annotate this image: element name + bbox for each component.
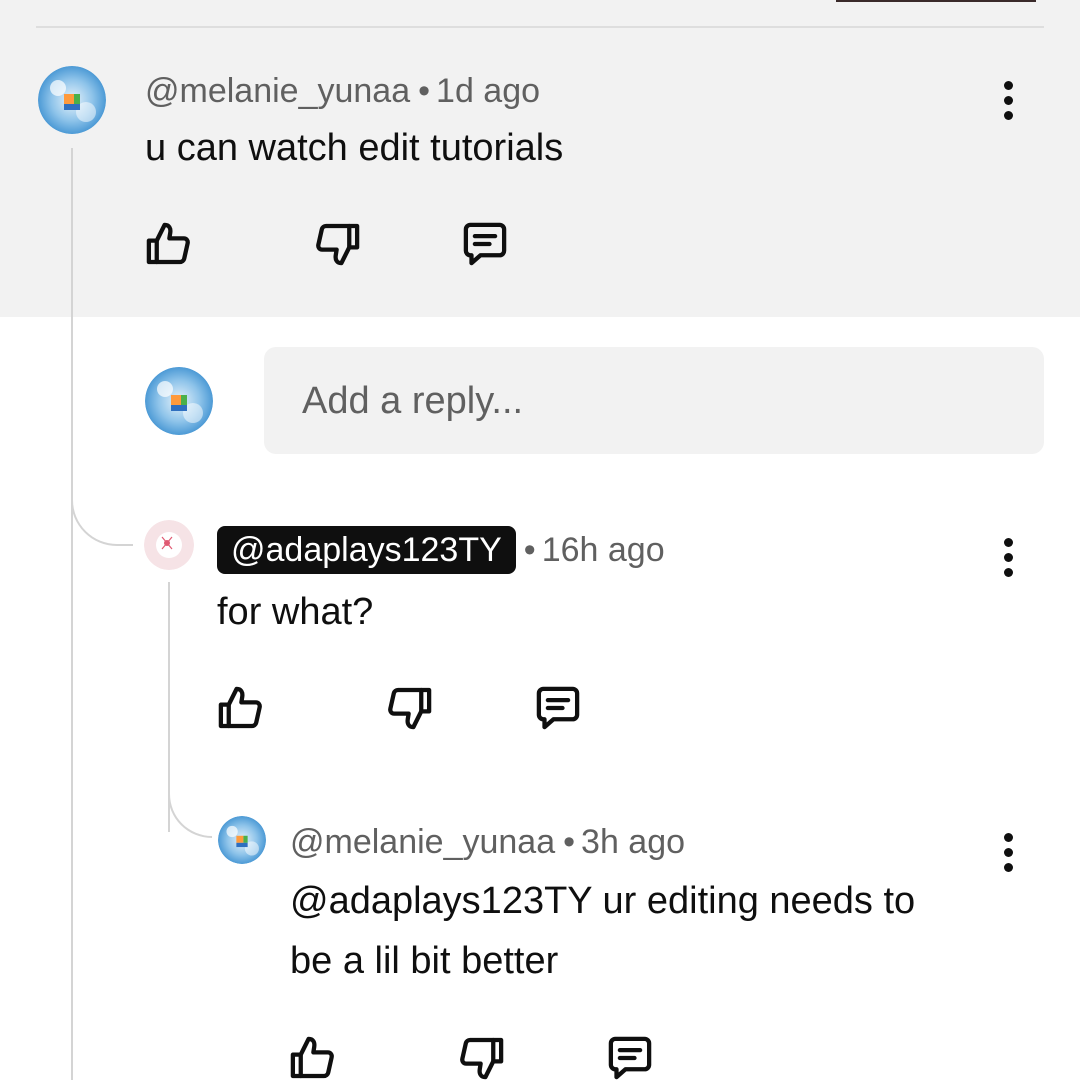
reply-author[interactable]: @melanie_yunaa bbox=[290, 823, 555, 861]
more-options-icon[interactable] bbox=[988, 70, 1028, 130]
like-button[interactable] bbox=[210, 678, 270, 738]
reply-icon bbox=[463, 222, 507, 266]
like-button[interactable] bbox=[282, 1028, 342, 1088]
reply-timestamp: 3h ago bbox=[581, 823, 686, 861]
reply-author-highlighted[interactable]: @adaplays123TY bbox=[217, 526, 516, 574]
thumbs-up-icon bbox=[290, 1036, 334, 1079]
reply-timestamp: 16h ago bbox=[541, 531, 665, 569]
top-edge-bar bbox=[836, 0, 1036, 2]
dislike-button[interactable] bbox=[380, 678, 440, 738]
thread-connector-nested bbox=[168, 780, 212, 838]
divider bbox=[36, 26, 1044, 28]
avatar[interactable] bbox=[144, 520, 194, 570]
like-button[interactable] bbox=[138, 214, 198, 274]
current-user-avatar bbox=[145, 367, 213, 435]
thread-line-main bbox=[71, 148, 73, 1080]
reply-meta: @melanie_yunaa • 3h ago bbox=[290, 821, 685, 863]
dislike-button[interactable] bbox=[308, 214, 368, 274]
comment-timestamp: 1d ago bbox=[436, 72, 541, 110]
reply-meta: @adaplays123TY • 16h ago bbox=[217, 526, 665, 574]
thumbs-down-icon bbox=[316, 223, 360, 266]
reply-button[interactable] bbox=[455, 214, 515, 274]
thumbs-up-icon bbox=[146, 222, 190, 265]
dislike-button[interactable] bbox=[452, 1028, 512, 1088]
more-options-icon[interactable] bbox=[988, 527, 1028, 587]
thumbs-down-icon bbox=[388, 687, 432, 730]
reply-icon bbox=[536, 686, 580, 730]
comment-meta: @melanie_yunaa • 1d ago bbox=[145, 70, 540, 112]
thread-connector bbox=[71, 440, 133, 546]
reply-input[interactable] bbox=[300, 347, 1024, 456]
reply-text-line: @adaplays123TY ur editing needs to bbox=[290, 880, 916, 922]
meta-separator: • bbox=[523, 531, 536, 569]
more-options-icon[interactable] bbox=[988, 822, 1028, 882]
meta-separator: • bbox=[563, 823, 576, 861]
avatar[interactable] bbox=[218, 816, 266, 864]
reply-button[interactable] bbox=[528, 678, 588, 738]
comment-author[interactable]: @melanie_yunaa bbox=[145, 72, 410, 110]
thumbs-up-icon bbox=[218, 686, 262, 729]
meta-separator: • bbox=[418, 72, 431, 110]
reply-button[interactable] bbox=[600, 1028, 660, 1088]
thumbs-down-icon bbox=[460, 1037, 504, 1080]
reply-text-line: be a lil bit better bbox=[290, 940, 559, 982]
avatar[interactable] bbox=[38, 66, 106, 134]
reply-icon bbox=[608, 1036, 652, 1080]
reply-text: @adaplays123TY ur editing needs to be a … bbox=[290, 871, 915, 991]
comment-text: u can watch edit tutorials bbox=[145, 127, 564, 169]
reply-text: for what? bbox=[217, 591, 374, 633]
reply-input-container[interactable] bbox=[264, 347, 1044, 456]
